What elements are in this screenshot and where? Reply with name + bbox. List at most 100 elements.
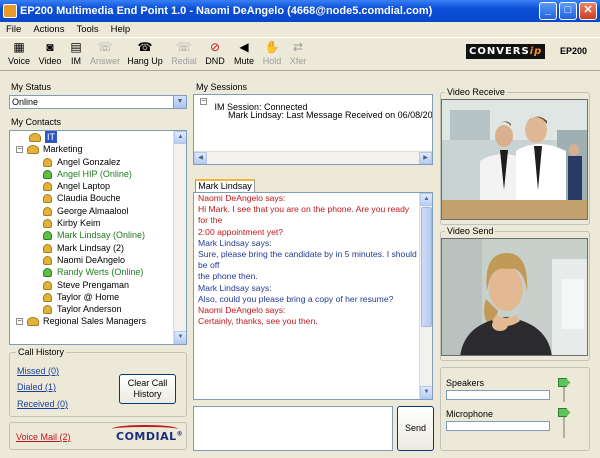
scroll-down-icon[interactable]: ▼ — [174, 331, 186, 344]
contact-label: Angel Gonzalez — [57, 156, 121, 167]
contact-item[interactable]: Angel Gonzalez — [10, 156, 173, 168]
contact-item[interactable]: Angel HIP (Online) — [10, 168, 173, 180]
contact-item[interactable]: Naomi DeAngelo — [10, 254, 173, 266]
contact-label: Mark Lindsay (2) — [57, 242, 125, 253]
contact-item[interactable]: Randy Werts (Online) — [10, 266, 173, 278]
video-camera-icon: ◙ — [46, 40, 54, 54]
im-button[interactable]: ▤ IM — [67, 40, 85, 66]
contact-item[interactable]: Mark Lindsay (Online) — [10, 229, 173, 241]
clear-call-history-button[interactable]: Clear Call History — [119, 374, 176, 404]
user-icon — [43, 206, 52, 216]
user-icon — [43, 182, 52, 192]
status-dropdown[interactable]: Online ▼ — [9, 95, 187, 109]
collapse-icon[interactable]: − — [16, 318, 23, 326]
scroll-up-icon[interactable]: ▲ — [420, 193, 432, 206]
contacts-tree[interactable]: IT − Marketing Angel Gonzalez Angel HIP (Onl… — [9, 130, 187, 345]
chevron-down-icon[interactable]: ▼ — [173, 96, 186, 108]
contact-group[interactable]: − Marketing — [10, 143, 173, 155]
answer-button[interactable]: ☏ Answer — [89, 40, 121, 66]
maximize-button[interactable]: □ — [559, 2, 577, 20]
dnd-button[interactable]: ⊘ DND — [204, 40, 226, 66]
contact-label: Taylor Anderson — [57, 304, 122, 315]
contact-item[interactable]: Steve Prengaman — [10, 279, 173, 291]
contact-item[interactable]: George Almaalool — [10, 205, 173, 217]
dialed-calls-link[interactable]: Dialed (1) — [17, 382, 56, 392]
received-calls-link[interactable]: Received (0) — [17, 399, 68, 409]
user-icon — [43, 268, 52, 278]
contact-item[interactable]: Angel Laptop — [10, 180, 173, 192]
contact-label: Mark Lindsay (Online) — [57, 230, 146, 241]
scroll-down-icon[interactable]: ▼ — [420, 386, 432, 399]
contact-label: Claudia Bouche — [57, 193, 121, 204]
hold-button[interactable]: ✋ Hold — [262, 40, 282, 66]
mute-button[interactable]: ◀ Mute — [232, 40, 256, 66]
redial-icon: ☏ — [176, 40, 192, 54]
phone-icon: ☎ — [137, 40, 153, 54]
menu-file[interactable]: File — [0, 22, 27, 37]
missed-calls-link[interactable]: Missed (0) — [17, 366, 59, 376]
voice-button[interactable]: ▦ Voice — [6, 40, 32, 66]
sessions-label: My Sessions — [196, 82, 248, 92]
chat-line: Naomi DeAngelo says: — [198, 305, 286, 316]
scroll-thumb[interactable] — [421, 207, 432, 327]
user-icon — [43, 243, 52, 253]
video-send-feed — [441, 238, 588, 356]
speakers-label: Speakers — [446, 378, 485, 388]
conversip-logo: CONVERSip EP200 — [466, 44, 588, 60]
instant-message-icon: ▤ — [70, 40, 82, 54]
contact-label: George Almaalool — [57, 205, 129, 216]
contact-label: Angel HIP (Online) — [57, 168, 132, 179]
contacts-list: IT − Marketing Angel Gonzalez Angel HIP (Onl… — [10, 131, 173, 328]
sessions-hscrollbar[interactable]: ◀ ▶ — [194, 151, 432, 164]
user-icon — [43, 231, 52, 241]
contact-group[interactable]: − Regional Sales Managers — [10, 315, 173, 327]
menu-tools[interactable]: Tools — [70, 22, 104, 37]
video-receive-feed — [441, 99, 588, 220]
hang-up-button[interactable]: ☎ Hang Up — [126, 40, 164, 66]
group-icon — [29, 133, 41, 142]
contact-item[interactable]: Taylor Anderson — [10, 303, 173, 315]
scroll-left-icon[interactable]: ◀ — [194, 152, 207, 164]
message-input[interactable] — [193, 406, 393, 451]
group-icon — [27, 145, 39, 155]
voicemail-link[interactable]: Voice Mail (2) — [16, 432, 71, 442]
transfer-button[interactable]: ⇄ Xfer — [288, 40, 308, 66]
user-icon — [43, 157, 52, 167]
redial-button[interactable]: ☏ Redial — [170, 40, 198, 66]
menu-bar: File Actions Tools Help — [0, 22, 600, 37]
transfer-icon: ⇄ — [292, 40, 304, 54]
scroll-up-icon[interactable]: ▲ — [174, 131, 186, 144]
contact-item[interactable]: Taylor @ Home — [10, 291, 173, 303]
menu-help[interactable]: Help — [105, 22, 137, 37]
microphone-label: Microphone — [446, 409, 494, 419]
video-button[interactable]: ◙ Video — [37, 40, 63, 66]
chat-line: 2:00 appointment yet? — [198, 226, 284, 237]
tab-mark-lindsay[interactable]: Mark Lindsay — [195, 179, 255, 193]
sessions-tree[interactable]: − IM Session: Connected Mark Lindsay: La… — [193, 94, 433, 165]
grid-icon: ▦ — [13, 40, 25, 54]
contact-item[interactable]: Kirby Keim — [10, 217, 173, 229]
chat-line: Hi Mark. I see that you are on the phone… — [198, 204, 410, 226]
contact-label: Taylor @ Home — [57, 291, 120, 302]
contact-item[interactable]: Claudia Bouche — [10, 192, 173, 204]
contact-item[interactable]: Mark Lindsay (2) — [10, 242, 173, 254]
session-item-mark-lindsay[interactable]: Mark Lindsay: Last Message Received on 0… — [228, 110, 432, 120]
video-send-label: Video Send — [445, 226, 496, 236]
video-receive-label: Video Receive — [445, 87, 507, 97]
contact-label: IT — [45, 131, 57, 144]
send-button[interactable]: Send — [397, 406, 434, 451]
contacts-scrollbar[interactable]: ▲ ▼ — [173, 131, 186, 344]
comdial-logo: COMDIAL® — [112, 425, 183, 443]
window-title: EP200 Multimedia End Point 1.0 - Naomi D… — [20, 5, 433, 17]
chat-scrollbar[interactable]: ▲ ▼ — [419, 193, 432, 399]
contact-group[interactable]: IT — [10, 131, 173, 144]
close-button[interactable]: ✕ — [579, 2, 597, 20]
model-label: EP200 — [560, 46, 588, 56]
minimize-button[interactable]: _ — [539, 2, 557, 20]
collapse-icon[interactable]: − — [16, 146, 23, 154]
scroll-right-icon[interactable]: ▶ — [419, 152, 432, 164]
menu-actions[interactable]: Actions — [27, 22, 70, 37]
group-icon — [27, 317, 39, 327]
chat-line: Certainly, thanks, see you then. — [198, 316, 318, 327]
collapse-icon[interactable]: − — [200, 98, 207, 105]
